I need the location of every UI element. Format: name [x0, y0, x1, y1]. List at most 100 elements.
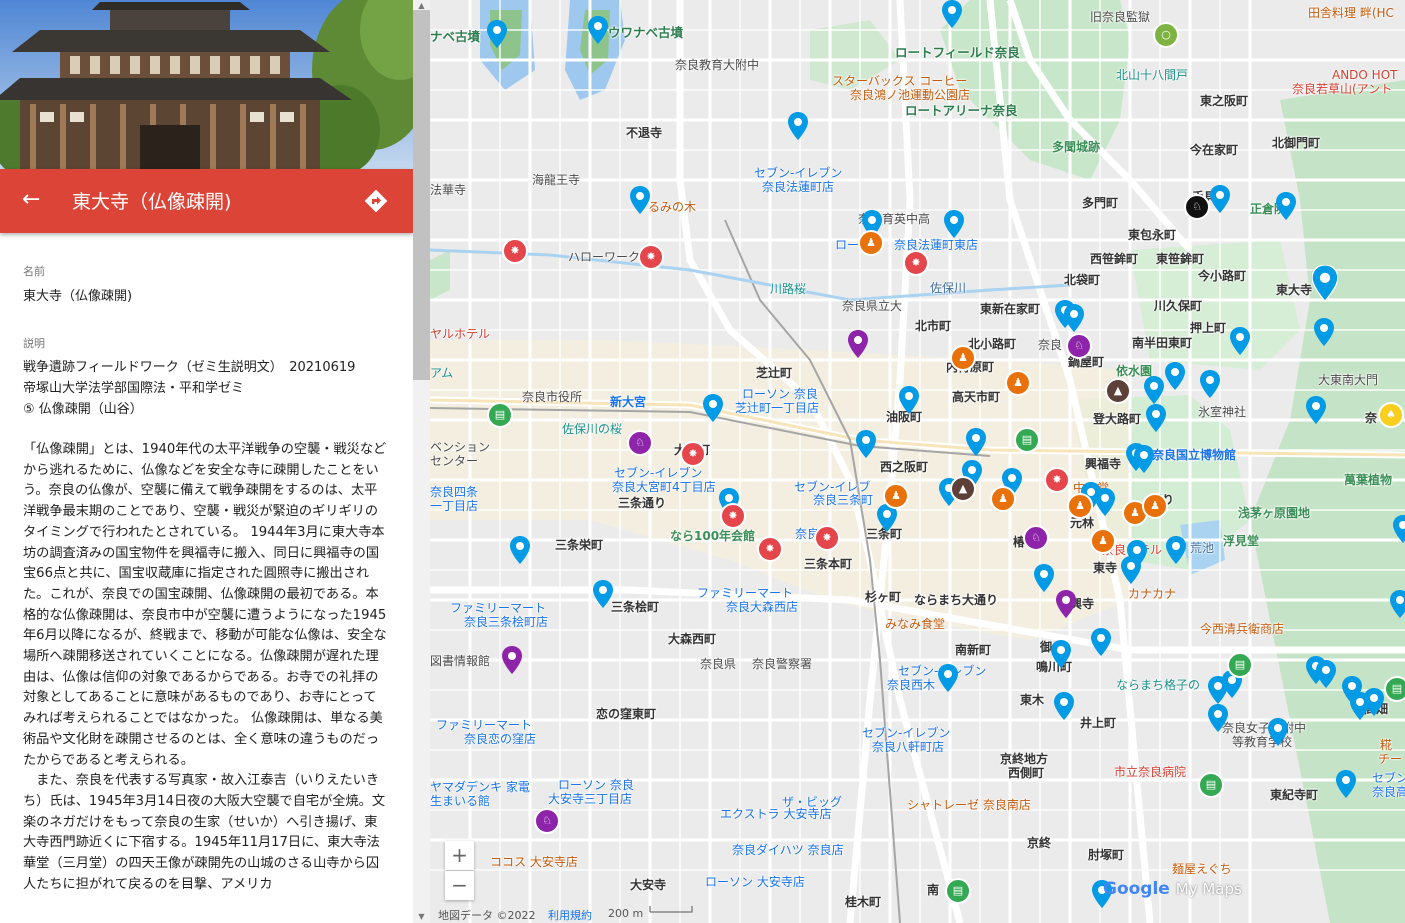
map-label: 不退寺 [626, 126, 663, 140]
map-pin-blue[interactable] [1166, 536, 1186, 564]
map-marker-orange-group[interactable]: ♟ [1142, 493, 1168, 519]
directions-icon[interactable] [362, 187, 390, 215]
map-marker-red-burst[interactable]: ✸ [502, 238, 528, 264]
map-label: 西笹鉾町 [1090, 252, 1139, 266]
map-marker-purple-monument[interactable]: ♘ [1023, 525, 1049, 551]
map-marker-yellow-bell[interactable]: ♠ [1378, 402, 1404, 428]
map-pin-purple[interactable] [1056, 590, 1076, 618]
map-pin-purple[interactable] [502, 646, 522, 674]
map-label: 市立奈良病院 [1114, 765, 1187, 779]
name-label: 名前 [23, 265, 45, 278]
map-label: 大森西町 [668, 632, 717, 646]
map-marker-black-monument[interactable]: ♘ [1184, 194, 1210, 220]
map-label: 今小路町 [1198, 269, 1247, 283]
map-pin-blue[interactable] [630, 186, 650, 214]
map-pin-blue[interactable] [1064, 304, 1084, 332]
map-canvas[interactable]: ナベ古墳 ウワナベ古墳 旧奈良監獄 田舎料理 畔(HC 奈良教育大附中 ロートフィールド奈… [430, 0, 1405, 923]
map-label: ファミリーマート [450, 601, 547, 615]
zoom-in-button[interactable]: + [445, 841, 474, 870]
map-marker-orange-group[interactable]: ♟ [1005, 370, 1031, 396]
map-marker-green-book[interactable]: ▤ [1198, 772, 1224, 798]
map-pin-blue[interactable] [1276, 192, 1296, 220]
map-pin-blue[interactable] [1054, 692, 1074, 720]
map-pin-blue[interactable] [938, 664, 958, 692]
map-pin-blue[interactable] [1314, 318, 1334, 346]
map-pin-blue[interactable] [1306, 396, 1326, 424]
map-pin-blue[interactable] [899, 386, 919, 414]
map-marker-purple-monument[interactable]: ♘ [627, 430, 653, 456]
map-marker-red-burst[interactable]: ✸ [903, 250, 929, 276]
place-photo[interactable] [0, 0, 413, 170]
panel-scrollbar-thumb[interactable] [413, 10, 430, 380]
map-marker-orange-group[interactable]: ♟ [990, 486, 1016, 512]
map-pin-blue[interactable] [942, 0, 962, 28]
map-marker-purple-monument[interactable]: ♘ [534, 808, 560, 834]
map-pin-blue[interactable] [1208, 704, 1228, 732]
zoom-out-button[interactable]: − [445, 871, 474, 900]
map-label: セブン-イレブン [862, 726, 951, 740]
map-pin-blue[interactable] [856, 430, 876, 458]
map-label: ローソン 奈良 [742, 387, 818, 401]
map-pin-blue[interactable] [1210, 185, 1230, 213]
map-pin-blue[interactable] [1364, 688, 1384, 716]
map-pin-blue[interactable] [1134, 445, 1154, 473]
map-pin-blue[interactable] [593, 580, 613, 608]
map-marker-red-burst[interactable]: ✸ [680, 441, 706, 467]
map-pin-selected[interactable] [1312, 265, 1338, 301]
map-pin-blue[interactable] [487, 20, 507, 48]
map-label: 糀 [1380, 738, 1393, 752]
map-label: ファミリーマート [436, 718, 533, 732]
map-pin-blue[interactable] [1146, 404, 1166, 432]
map-marker-orange-group[interactable]: ♟ [1067, 493, 1093, 519]
map-marker-green-book[interactable]: ▤ [1384, 676, 1405, 702]
terms-link[interactable]: 利用規約 [548, 907, 592, 923]
back-arrow-icon[interactable]: ← [22, 187, 40, 213]
map-marker-green-book[interactable]: ▤ [487, 402, 513, 428]
map-pin-blue[interactable] [1051, 640, 1071, 668]
map-marker-green-book[interactable]: ▤ [945, 878, 971, 904]
map-pin-blue[interactable] [1390, 590, 1405, 618]
map-pin-blue[interactable] [1144, 376, 1164, 404]
map-marker-red-burst[interactable]: ✸ [638, 244, 664, 270]
map-pin-blue[interactable] [1095, 488, 1115, 516]
map-marker-green-book[interactable]: ▤ [1014, 427, 1040, 453]
map-marker-red-burst[interactable]: ✸ [814, 525, 840, 551]
map-pin-blue[interactable] [1034, 564, 1054, 592]
map-marker-red-burst[interactable]: ✸ [1044, 467, 1070, 493]
scroll-down-arrow-icon[interactable]: ▼ [413, 911, 430, 923]
map-pin-blue[interactable] [510, 536, 530, 564]
map-marker-orange-group[interactable]: ♟ [858, 230, 884, 256]
map-marker-green-ring[interactable]: ○ [1153, 22, 1179, 48]
map-pin-blue[interactable] [1316, 660, 1336, 688]
map-pin-blue[interactable] [966, 428, 986, 456]
map-pin-blue[interactable] [703, 394, 723, 422]
map-pin-blue[interactable] [1165, 362, 1185, 390]
map-label: 図書情報館 [430, 654, 491, 668]
map-label: 杉ヶ町 [865, 590, 902, 604]
map-pin-blue[interactable] [1200, 370, 1220, 398]
map-marker-brown-site[interactable]: ▲ [950, 476, 976, 502]
description-line: 戦争遺跡フィールドワーク（ゼミ生説明文） 20210619 [23, 360, 356, 375]
map-marker-brown-site[interactable]: ▲ [1105, 378, 1131, 404]
map-marker-orange-group[interactable]: ♟ [950, 345, 976, 371]
map-pin-blue[interactable] [944, 210, 964, 238]
map-marker-purple-monument[interactable]: ♘ [1066, 333, 1092, 359]
map-marker-red-burst[interactable]: ✸ [720, 503, 746, 529]
map-pin-purple[interactable] [848, 330, 868, 358]
map-pin-blue[interactable] [788, 112, 808, 140]
map-marker-orange-group[interactable]: ♟ [1090, 528, 1116, 554]
map-marker-red-burst[interactable]: ✸ [757, 536, 783, 562]
map-pin-blue[interactable] [1268, 718, 1288, 746]
map-pin-blue[interactable] [1393, 515, 1405, 543]
map-label: 高天市町 [952, 390, 1001, 404]
scroll-up-arrow-icon[interactable]: ▲ [413, 0, 430, 12]
map-data-credit: 地図データ ©2022 [438, 909, 536, 922]
map-pin-blue[interactable] [1230, 327, 1250, 355]
map-pin-blue[interactable] [1091, 628, 1111, 656]
map-pin-blue[interactable] [1121, 556, 1141, 584]
map-pin-blue[interactable] [588, 16, 608, 44]
map-marker-green-book[interactable]: ▤ [1227, 652, 1253, 678]
map-label: 北山十八間戸 [1116, 68, 1189, 82]
map-pin-blue[interactable] [1336, 770, 1356, 798]
map-marker-orange-group[interactable]: ♟ [883, 483, 909, 509]
